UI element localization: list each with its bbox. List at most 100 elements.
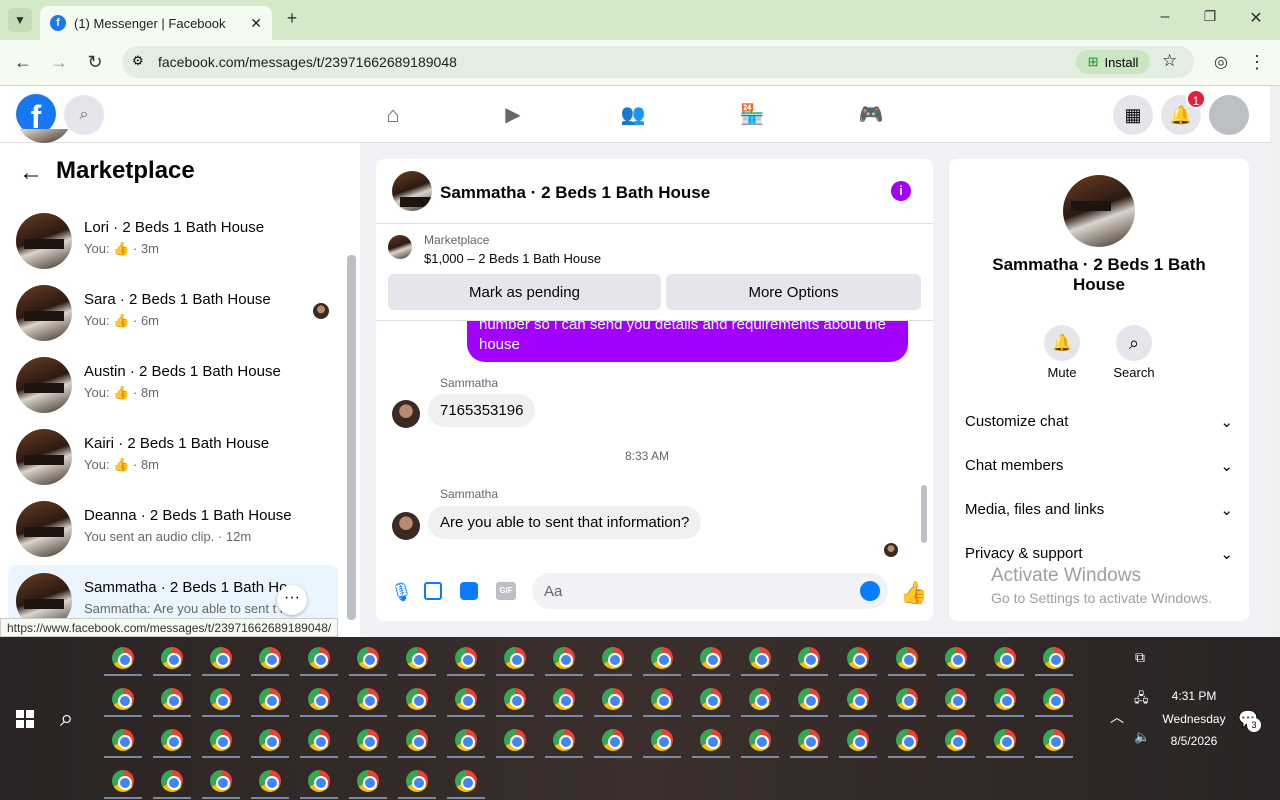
- taskbar-app-icon[interactable]: [259, 729, 281, 751]
- reload-icon[interactable]: ↻: [84, 52, 106, 73]
- sender-avatar[interactable]: [392, 400, 420, 428]
- volume-icon[interactable]: 🔈: [1134, 729, 1150, 745]
- taskbar-app-icon[interactable]: [994, 647, 1016, 669]
- photo-icon[interactable]: [424, 582, 442, 600]
- back-icon[interactable]: ←: [12, 52, 34, 73]
- facebook-logo-icon[interactable]: f: [16, 94, 56, 134]
- chat-title[interactable]: Sammatha · 2 Beds 1 Bath House: [440, 183, 710, 203]
- taskbar-app-icon[interactable]: [553, 729, 575, 751]
- message-input[interactable]: Aa: [532, 573, 888, 609]
- taskbar-app-icon[interactable]: [504, 647, 526, 669]
- taskbar-app-icon[interactable]: [455, 770, 477, 792]
- taskbar-app-icon[interactable]: [210, 770, 232, 792]
- chat-members-item[interactable]: Chat members ⌄: [965, 457, 1233, 475]
- tab-close-icon[interactable]: ✕: [250, 15, 262, 32]
- conversation-item[interactable]: Lori · 2 Beds 1 Bath House You: 👍 · 3m: [8, 205, 338, 277]
- taskbar-app-icon[interactable]: [602, 647, 624, 669]
- install-button[interactable]: ⊞ Install: [1076, 50, 1150, 74]
- sticker-icon[interactable]: [460, 582, 478, 600]
- taskbar-app-icon[interactable]: [945, 688, 967, 710]
- taskbar-app-icon[interactable]: [112, 729, 134, 751]
- taskbar-app-icon[interactable]: [210, 647, 232, 669]
- chat-list-scrollbar[interactable]: [347, 255, 356, 620]
- taskbar-app-icon[interactable]: [308, 770, 330, 792]
- taskbar-search-icon[interactable]: ⌕: [60, 705, 73, 733]
- clock-date[interactable]: 8/5/2026: [1150, 734, 1238, 748]
- gaming-icon[interactable]: 🎮: [858, 102, 884, 127]
- clock-day[interactable]: Wednesday: [1150, 712, 1238, 726]
- taskbar-app-icon[interactable]: [455, 729, 477, 751]
- emoji-icon[interactable]: [860, 581, 880, 601]
- taskbar-app-icon[interactable]: [749, 729, 771, 751]
- taskbar-app-icon[interactable]: [161, 688, 183, 710]
- home-icon[interactable]: ⌂: [380, 102, 406, 128]
- taskbar-app-icon[interactable]: [357, 688, 379, 710]
- bookmark-star-icon[interactable]: ☆: [1162, 51, 1177, 71]
- search-icon[interactable]: ⌕: [1116, 325, 1152, 361]
- show-hidden-icons-icon[interactable]: ︿: [1110, 707, 1124, 727]
- taskbar-app-icon[interactable]: [651, 688, 673, 710]
- minimize-icon[interactable]: –: [1155, 8, 1175, 26]
- restore-icon[interactable]: ❐: [1200, 8, 1220, 25]
- listing-detail[interactable]: $1,000 – 2 Beds 1 Bath House: [424, 251, 601, 266]
- start-windows-icon[interactable]: [16, 710, 34, 728]
- clock-time[interactable]: 4:31 PM: [1150, 689, 1238, 703]
- taskbar-app-icon[interactable]: [553, 647, 575, 669]
- new-tab-icon[interactable]: +: [282, 8, 302, 29]
- taskbar-app-icon[interactable]: [945, 729, 967, 751]
- taskbar-app-icon[interactable]: [798, 729, 820, 751]
- copilot-icon[interactable]: ⧉: [1135, 649, 1145, 666]
- taskbar-app-icon[interactable]: [210, 688, 232, 710]
- taskbar-app-icon[interactable]: [308, 647, 330, 669]
- privacy-support-item[interactable]: Privacy & support ⌄: [965, 545, 1233, 563]
- taskbar-app-icon[interactable]: [602, 729, 624, 751]
- network-icon[interactable]: 🖧: [1134, 689, 1149, 711]
- taskbar-app-icon[interactable]: [406, 688, 428, 710]
- menu-grid-icon[interactable]: ▦: [1113, 95, 1153, 135]
- menu-kebab-icon[interactable]: ⋮: [1246, 52, 1268, 73]
- sent-message-bubble[interactable]: number so i can send you details and req…: [467, 321, 908, 362]
- profile-photo[interactable]: [1063, 175, 1135, 247]
- taskbar-app-icon[interactable]: [994, 688, 1016, 710]
- taskbar-app-icon[interactable]: [896, 647, 918, 669]
- taskbar-app-icon[interactable]: [161, 770, 183, 792]
- taskbar-app-icon[interactable]: [700, 647, 722, 669]
- taskbar-app-icon[interactable]: [259, 688, 281, 710]
- conversation-item-partial[interactable]: [8, 129, 338, 149]
- omnibox[interactable]: ⚙ facebook.com/messages/t/23971662689189…: [122, 46, 1194, 78]
- conversation-item[interactable]: Austin · 2 Beds 1 Bath House You: 👍 · 8m: [8, 349, 338, 421]
- video-icon[interactable]: ▶: [500, 102, 526, 127]
- taskbar-app-icon[interactable]: [798, 688, 820, 710]
- taskbar-app-icon[interactable]: [259, 770, 281, 792]
- taskbar-app-icon[interactable]: [504, 729, 526, 751]
- taskbar-app-icon[interactable]: [1043, 729, 1065, 751]
- taskbar-app-icon[interactable]: [308, 688, 330, 710]
- message-bubble[interactable]: 7165353196: [428, 394, 536, 427]
- taskbar-app-icon[interactable]: [406, 729, 428, 751]
- media-files-links-item[interactable]: Media, files and links ⌄: [965, 501, 1233, 519]
- taskbar-app-icon[interactable]: [749, 647, 771, 669]
- mark-pending-button[interactable]: Mark as pending: [388, 274, 661, 310]
- taskbar-app-icon[interactable]: [357, 729, 379, 751]
- gif-icon[interactable]: GIF: [496, 582, 516, 600]
- taskbar-app-icon[interactable]: [700, 729, 722, 751]
- taskbar-app-icon[interactable]: [847, 688, 869, 710]
- taskbar-app-icon[interactable]: [406, 770, 428, 792]
- taskbar-app-icon[interactable]: [847, 729, 869, 751]
- microphone-icon[interactable]: 🎙: [390, 582, 413, 603]
- taskbar-app-icon[interactable]: [455, 647, 477, 669]
- browser-tab[interactable]: f (1) Messenger | Facebook ✕: [40, 6, 272, 40]
- back-arrow-icon[interactable]: ←: [18, 159, 44, 187]
- taskbar-app-icon[interactable]: [112, 770, 134, 792]
- taskbar-app-icon[interactable]: [945, 647, 967, 669]
- conversation-item[interactable]: Kairi · 2 Beds 1 Bath House You: 👍 · 8m: [8, 421, 338, 493]
- taskbar-app-icon[interactable]: [700, 688, 722, 710]
- taskbar-app-icon[interactable]: [553, 688, 575, 710]
- taskbar-app-icon[interactable]: [161, 729, 183, 751]
- conversation-item[interactable]: Deanna · 2 Beds 1 Bath House You sent an …: [8, 493, 338, 565]
- taskbar-app-icon[interactable]: [896, 729, 918, 751]
- taskbar-app-icon[interactable]: [749, 688, 771, 710]
- taskbar-app-icon[interactable]: [112, 647, 134, 669]
- taskbar-app-icon[interactable]: [259, 647, 281, 669]
- taskbar-app-icon[interactable]: [798, 647, 820, 669]
